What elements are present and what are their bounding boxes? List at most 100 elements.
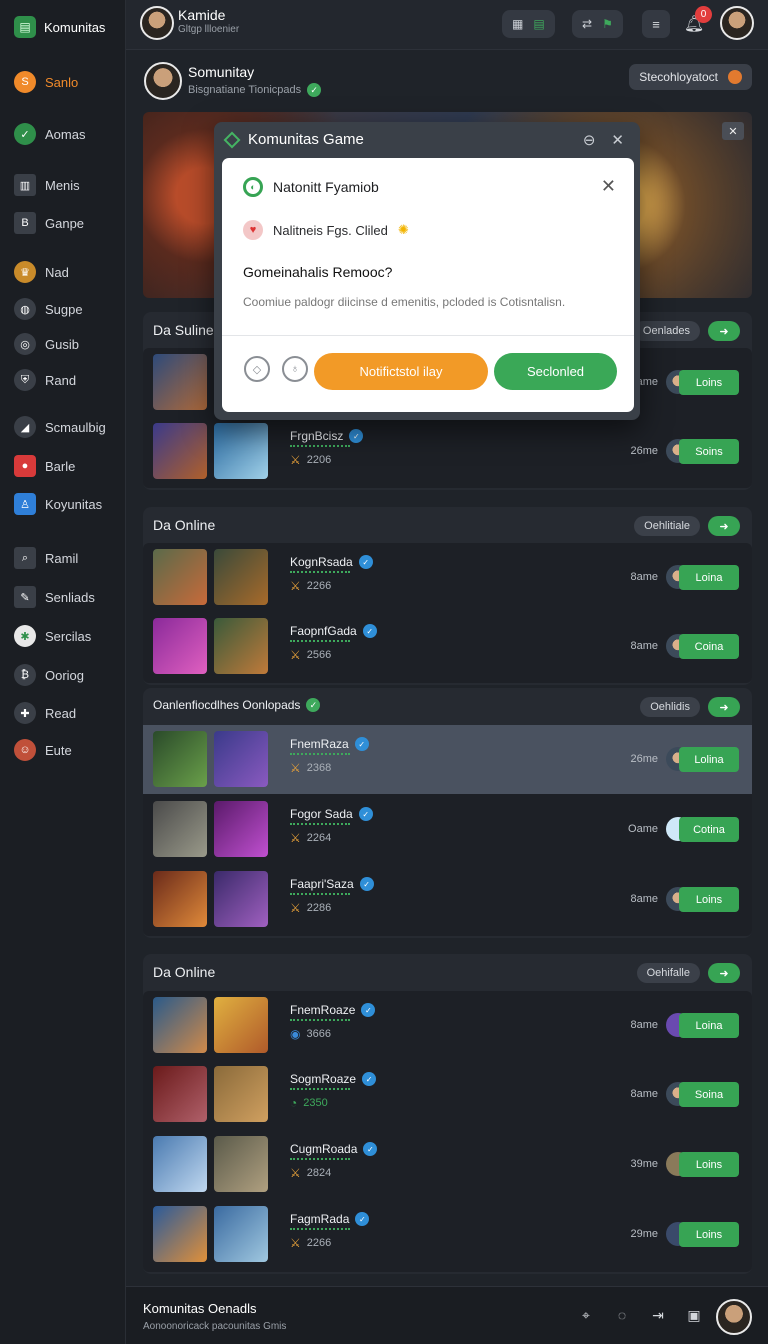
join-button[interactable]: Loins [679, 370, 739, 395]
join-button[interactable]: Loina [679, 1013, 739, 1038]
section-filter-pill[interactable]: Oehlidis [640, 697, 700, 717]
notify-button[interactable]: Notifictstol ilay [314, 353, 488, 390]
sidebar-item-ooriog[interactable]: ₿ Ooriog [14, 662, 84, 688]
sidebar-item-nad[interactable]: ♛ Nad [14, 259, 69, 285]
forward-icon[interactable]: ⇥ [648, 1305, 668, 1325]
game-row[interactable]: FaopnfGada ✓ ⚔ 2566 8ame Coina [143, 612, 752, 681]
row-meta: 8ame [630, 1019, 658, 1031]
bulb-icon[interactable]: ♁ [282, 356, 308, 382]
game-row[interactable]: Fogor Sada ✓ ⚔ 2264 Oame Cotina [143, 795, 752, 864]
sidebar-item-scmaulbig[interactable]: ◢ Scmaulbig [14, 414, 106, 440]
row-meta: 26me [630, 753, 658, 765]
row-meta: 26me [630, 445, 658, 457]
sidebar-item-aomas[interactable]: ✓ Aomas [14, 121, 85, 147]
game-title: FagmRada ✓ [290, 1212, 370, 1226]
sidebar-item-ramil[interactable]: ⌕ Ramil [14, 545, 78, 571]
menu-icon[interactable]: ≡ [642, 10, 670, 38]
window-icon[interactable]: ▣ [684, 1305, 704, 1325]
sidebar-item-eute[interactable]: ☺ Eute [14, 737, 72, 763]
sidebar-item-koyunitas[interactable]: ♙ Koyunitas [14, 491, 102, 517]
list-icon[interactable]: ▤ [533, 17, 544, 31]
game-row[interactable]: Faapri'Saza ✓ ⚔ 2286 8ame Loins [143, 865, 752, 934]
brand[interactable]: ▤ Komunitas [14, 16, 105, 38]
close-icon[interactable]: ✕ [722, 122, 744, 140]
chat-icon[interactable]: ◌ [612, 1305, 632, 1325]
dialog-status: ♥ Nalitneis Fgs. Cliled ✺ [243, 220, 409, 240]
section-title: Da Online [153, 517, 216, 533]
section-toggle[interactable]: ➜ [708, 697, 740, 717]
community-avatar [144, 62, 182, 100]
header-action-label: Stecohloyatoct [639, 70, 718, 84]
join-button[interactable]: Loins [679, 1152, 739, 1177]
game-row[interactable]: SogmRoaze ✓ ◔ 2350 8ame Soina [143, 1060, 752, 1129]
share-icon[interactable]: ⇄ [582, 17, 592, 31]
game-title-text: FnemRaza [290, 737, 349, 751]
bell-icon[interactable]: 🔔︎ 0 [680, 6, 712, 38]
sun-icon: ✺ [397, 222, 409, 237]
game-row[interactable]: FagmRada ✓ ⚔ 2266 29me Loins [143, 1200, 752, 1269]
join-button[interactable]: Loins [679, 1222, 739, 1247]
section-filter-pill[interactable]: Oehlitiale [634, 516, 700, 536]
game-title-text: FnemRoaze [290, 1003, 356, 1017]
section-toggle[interactable]: ➜ [708, 516, 740, 536]
grid-icon[interactable]: ▦ [512, 17, 523, 31]
sidebar-item-label: Sugpe [45, 301, 83, 317]
brand-label: Komunitas [44, 19, 106, 35]
section-filter-pill[interactable]: Oehifalle [636, 963, 700, 983]
join-button[interactable]: Lolina [679, 747, 739, 772]
profile-avatar[interactable] [720, 6, 754, 40]
game-row[interactable]: KognRsada ✓ ⚔ 2266 8ame Loina [143, 543, 752, 612]
rating-dots [290, 1088, 350, 1090]
minimize-icon[interactable]: ⊖ [583, 131, 596, 149]
sidebar-item-barle[interactable]: ● Barle [14, 453, 75, 479]
game-title: KognRsada ✓ [290, 555, 373, 569]
sword-icon: ⚔ [290, 761, 301, 775]
target-icon: ◎ [14, 333, 36, 355]
join-button[interactable]: Loina [679, 565, 739, 590]
sidebar-item-sugpe[interactable]: ◍ Sugpe [14, 296, 83, 322]
location-icon[interactable]: ⌖ [576, 1305, 596, 1325]
sidebar-item-gusib[interactable]: ◎ Gusib [14, 331, 79, 357]
sidebar-item-sercilas[interactable]: ✱ Sercilas [14, 623, 91, 649]
game-row[interactable]: FnemRoaze ✓ ◉ 3666 8ame Loina [143, 991, 752, 1060]
close-icon[interactable]: ✕ [601, 176, 616, 197]
section-toggle[interactable]: ➜ [708, 321, 740, 341]
sidebar-item-read[interactable]: ✚ Read [14, 700, 76, 726]
game-thumbnail [153, 731, 207, 787]
game-row[interactable]: FnemRaza ✓ ⚔ 2368 26me Lolina [143, 725, 752, 794]
game-row[interactable]: CugmRoada ✓ ⚔ 2824 39me Loins [143, 1130, 752, 1199]
section-title: Da Online [153, 964, 216, 980]
game-thumbnail [214, 1206, 268, 1262]
shield-icon[interactable]: ◇ [244, 356, 270, 382]
section-filter-pill[interactable]: Oenlades [632, 321, 700, 341]
game-score: ⚔ 2206 [290, 453, 331, 467]
view-toggle-group[interactable]: ▦ ▤ [502, 10, 555, 38]
game-row[interactable]: FrgnBcisz ✓ ⚔ 2206 26me Soins [143, 417, 752, 486]
game-score-value: 2266 [306, 1237, 332, 1249]
game-score: ◉ 3666 [290, 1027, 331, 1041]
section-toggle[interactable]: ➜ [708, 963, 740, 983]
verified-icon: ✓ [358, 807, 373, 821]
close-icon[interactable]: ✕ [611, 131, 624, 149]
flag-icon[interactable]: ⚑ [602, 17, 613, 31]
join-button[interactable]: Coina [679, 634, 739, 659]
share-toggle-group[interactable]: ⇄ ⚑ [572, 10, 623, 38]
sidebar-item-rand[interactable]: ⛨ Rand [14, 367, 76, 393]
check-icon: ✓ [14, 123, 36, 145]
join-button[interactable]: Soina [679, 1082, 739, 1107]
sidebar-item-ganpe[interactable]: B Ganpe [14, 210, 84, 236]
header-action-button[interactable]: Stecohloyatoct [629, 64, 752, 90]
sidebar-item-senliads[interactable]: ✎ Senliads [14, 584, 95, 610]
user-avatar[interactable] [140, 6, 174, 40]
sword-icon: ⚔ [290, 1236, 301, 1250]
join-button[interactable]: Soins [679, 439, 739, 464]
select-button[interactable]: Seclonled [494, 353, 617, 390]
verified-icon: ✓ [361, 1003, 376, 1017]
footer-avatar[interactable] [716, 1299, 752, 1335]
sidebar-item-menis[interactable]: ▥ Menis [14, 172, 80, 198]
join-button[interactable]: Loins [679, 887, 739, 912]
game-score-value: 2266 [306, 580, 332, 592]
sidebar-item-sanlo[interactable]: S Sanlo [14, 69, 78, 95]
join-button[interactable]: Cotina [679, 817, 739, 842]
community-title: Somunitay [188, 64, 255, 80]
